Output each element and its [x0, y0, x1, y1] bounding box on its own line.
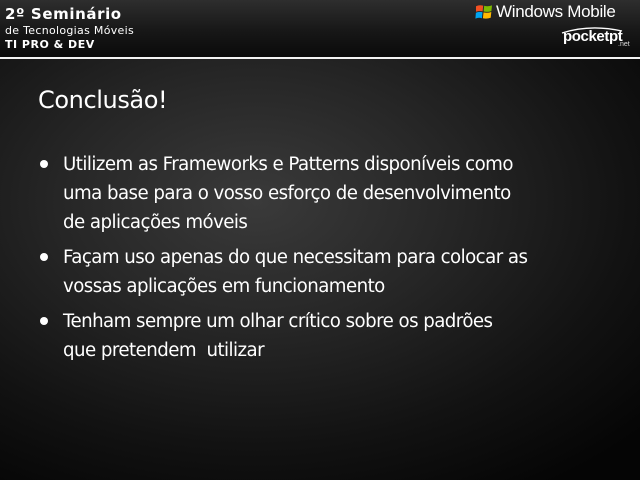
flag-blue-pane [475, 11, 483, 19]
event-track: TI PRO & DEV [5, 38, 95, 51]
bullet-line: Façam uso apenas do que necessitam para … [63, 247, 528, 268]
event-subtitle: de Tecnologias Móveis [5, 24, 134, 37]
pocketpt-domain-suffix: .net [618, 41, 630, 48]
bullet-point-icon [40, 253, 48, 261]
bullet-point-icon [40, 160, 48, 168]
slide-header: 2º Seminário de Tecnologias Móveis TI PR… [0, 0, 640, 57]
bullet-line: de aplicações móveis [63, 212, 248, 233]
windows-mobile-logo: Windows Mobile [475, 1, 635, 23]
pocketpt-logo: pocketpt .net [558, 26, 634, 50]
windows-flag-icon [475, 5, 492, 19]
bullet-item: Façam uso apenas do que necessitam para … [38, 243, 618, 301]
windows-mobile-wordmark: Windows Mobile [496, 2, 616, 21]
bullet-line: Utilizem as Frameworks e Patterns dispon… [63, 154, 513, 175]
flag-yellow-pane [482, 12, 492, 19]
bullet-point-icon [40, 317, 48, 325]
bullet-item: Utilizem as Frameworks e Patterns dispon… [38, 150, 618, 237]
bullet-list: Utilizem as Frameworks e Patterns dispon… [38, 150, 618, 371]
header-divider [0, 57, 640, 59]
flag-red-pane [476, 5, 484, 12]
slide-title: Conclusão! [38, 86, 168, 114]
flag-green-pane [483, 5, 492, 12]
bullet-line: Tenham sempre um olhar crítico sobre os … [63, 311, 493, 332]
presentation-slide: 2º Seminário de Tecnologias Móveis TI PR… [0, 0, 640, 480]
bullet-line: vossas aplicações em funcionamento [63, 276, 385, 297]
event-title: 2º Seminário [5, 5, 122, 23]
bullet-item: Tenham sempre um olhar crítico sobre os … [38, 307, 618, 365]
bullet-line: que pretendem utilizar [63, 340, 265, 361]
pocketpt-wordmark: pocketpt [563, 28, 623, 45]
bullet-line: uma base para o vosso esforço de desenvo… [63, 183, 511, 204]
